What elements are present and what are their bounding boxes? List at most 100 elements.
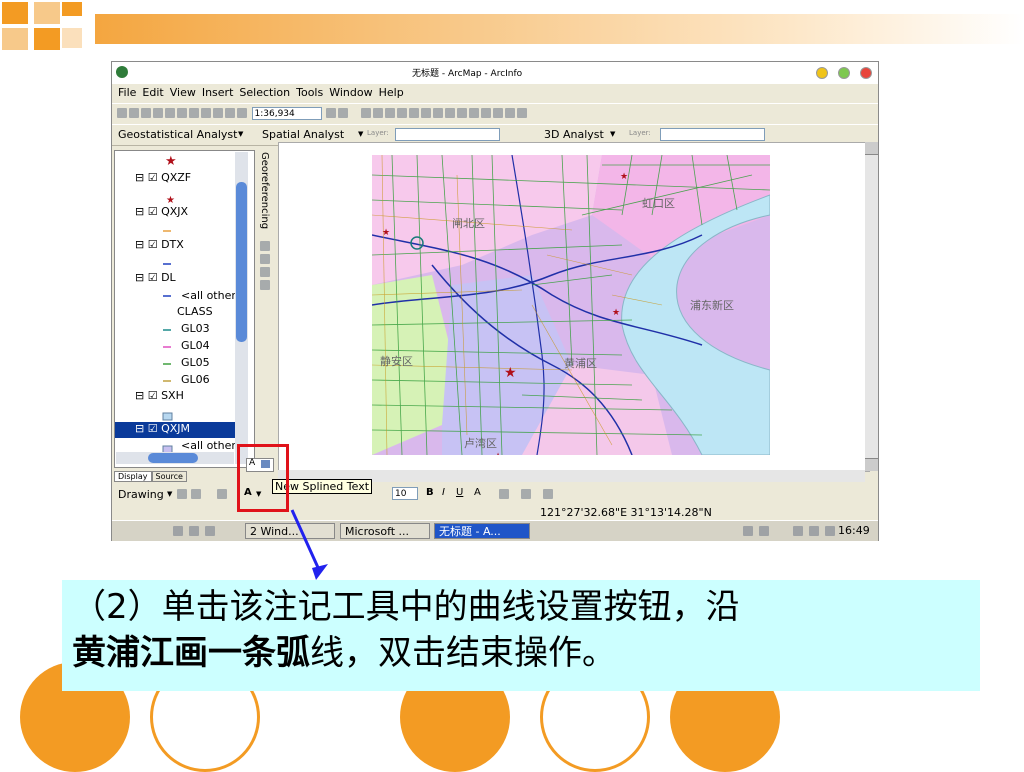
caption-rest-text: 线，双击结束操作。: [310, 633, 616, 673]
map-vscrollbar[interactable]: [865, 142, 878, 471]
zoom-out-icon[interactable]: [372, 108, 383, 118]
tray-icon[interactable]: [809, 526, 819, 536]
shift-icon[interactable]: [260, 254, 270, 264]
taskbar-button-office[interactable]: Microsoft ...: [340, 523, 430, 539]
windows-taskbar: 2 Wind... Microsoft ... 无标题 - A... 16:49: [112, 520, 878, 541]
menu-insert[interactable]: Insert: [202, 86, 234, 99]
chevron-down-icon[interactable]: ▼: [238, 130, 243, 138]
menu-view[interactable]: View: [170, 86, 196, 99]
drawing-menu[interactable]: Drawing: [118, 488, 164, 501]
decor-square: [2, 2, 28, 24]
editor-icon[interactable]: [326, 108, 336, 118]
toc-scrollbar[interactable]: [235, 152, 248, 464]
tray-icon[interactable]: [743, 526, 753, 536]
drawing-toolbar: Drawing ▼ A ▼ 10 B I U A: [112, 485, 878, 503]
redo-icon[interactable]: [225, 108, 235, 118]
select-elements-icon[interactable]: [468, 108, 479, 118]
marker-color-icon[interactable]: [543, 489, 553, 499]
decor-square: [34, 28, 60, 50]
paste-icon[interactable]: [189, 108, 199, 118]
rotate-icon[interactable]: [260, 241, 270, 251]
select-elements-icon[interactable]: [177, 489, 187, 499]
print-icon[interactable]: [153, 108, 163, 118]
back-extent-icon[interactable]: [432, 108, 443, 118]
toc-layer[interactable]: ⊟ ☑ DTX: [135, 238, 184, 251]
caption-line-1: （2）单击该注记工具中的曲线设置按钮，沿: [72, 587, 740, 627]
full-extent-icon[interactable]: [420, 108, 431, 118]
spatial-menu[interactable]: Spatial Analyst: [262, 128, 344, 141]
cut-icon[interactable]: [165, 108, 175, 118]
open-icon[interactable]: [129, 108, 139, 118]
quicklaunch-icon[interactable]: [205, 526, 215, 536]
shanghai-street-map: 闸北区 虹口区 浦东新区 静安区 黄浦区 卢湾区 ★ ★ ★ ★ ★: [372, 155, 770, 455]
fixed-zoom-in-icon[interactable]: [384, 108, 395, 118]
legend-class: <all other: [181, 439, 236, 452]
tray-icon[interactable]: [759, 526, 769, 536]
geostat-menu[interactable]: Geostatistical Analyst: [118, 128, 237, 141]
toc-layer[interactable]: ⊟ ☑ QXZF: [135, 171, 191, 184]
chevron-down-icon[interactable]: ▼: [358, 130, 363, 138]
save-icon[interactable]: [141, 108, 151, 118]
scale-dropdown[interactable]: 1:36,934: [251, 107, 322, 120]
chevron-down-icon[interactable]: ▼: [610, 130, 615, 138]
toc-layer-selected[interactable]: ⊟ ☑ QXJM: [115, 422, 238, 438]
taskbar-button-arcmap[interactable]: 无标题 - A...: [434, 523, 530, 539]
identify-icon[interactable]: [480, 108, 491, 118]
tab-source[interactable]: Source: [151, 471, 187, 482]
layer-dropdown[interactable]: [660, 128, 765, 141]
maximize-button[interactable]: [838, 67, 850, 79]
fixed-zoom-out-icon[interactable]: [396, 108, 407, 118]
menu-help[interactable]: Help: [379, 86, 404, 99]
measure-icon[interactable]: [504, 108, 515, 118]
district-label: 闸北区: [452, 217, 485, 230]
quicklaunch-icon[interactable]: [173, 526, 183, 536]
add-data-icon[interactable]: [237, 108, 247, 118]
undo-icon[interactable]: [213, 108, 223, 118]
font-color-icon[interactable]: A: [474, 487, 481, 498]
menu-selection[interactable]: Selection: [239, 86, 290, 99]
line-color-icon[interactable]: [521, 489, 531, 499]
tab-display[interactable]: Display: [114, 471, 152, 482]
quicklaunch-icon[interactable]: [189, 526, 199, 536]
menu-file[interactable]: File: [118, 86, 136, 99]
close-button[interactable]: [860, 67, 872, 79]
pan-icon[interactable]: [408, 108, 419, 118]
toc-layer[interactable]: ⊟ ☑ QXJX: [135, 205, 188, 218]
rectangle-icon[interactable]: [217, 489, 227, 499]
zoom-in-icon[interactable]: [360, 108, 371, 118]
scroll-thumb[interactable]: [236, 182, 247, 342]
new-icon[interactable]: [117, 108, 127, 118]
scroll-up-button[interactable]: [865, 142, 878, 155]
tray-icon[interactable]: [825, 526, 835, 536]
scroll-thumb[interactable]: [148, 453, 198, 463]
select-features-icon[interactable]: [456, 108, 467, 118]
chevron-down-icon[interactable]: ▼: [167, 490, 172, 498]
underline-button[interactable]: U: [456, 487, 463, 498]
control-points-icon[interactable]: [260, 267, 270, 277]
minimize-button[interactable]: [816, 67, 828, 79]
scroll-down-button[interactable]: [865, 458, 878, 471]
bold-button[interactable]: B: [426, 487, 434, 498]
menu-tools[interactable]: Tools: [296, 86, 323, 99]
italic-button[interactable]: I: [442, 487, 445, 498]
forward-extent-icon[interactable]: [444, 108, 455, 118]
delete-icon[interactable]: [201, 108, 211, 118]
menu-edit[interactable]: Edit: [142, 86, 163, 99]
layer-name: SXH: [161, 389, 184, 402]
help-icon[interactable]: [338, 108, 348, 118]
fill-color-icon[interactable]: [499, 489, 509, 499]
analyst-3d-menu[interactable]: 3D Analyst: [544, 128, 604, 141]
toc-layer[interactable]: ⊟ ☑ DL: [135, 271, 176, 284]
tray-icon[interactable]: [793, 526, 803, 536]
toc-layer[interactable]: ⊟ ☑ SXH: [135, 389, 184, 402]
hyperlink-icon[interactable]: [516, 108, 527, 118]
font-size-dropdown[interactable]: 10: [392, 487, 418, 500]
rotate-icon[interactable]: [191, 489, 201, 499]
copy-icon[interactable]: [177, 108, 187, 118]
arcmap-window: 无标题 - ArcMap - ArcInfo File Edit View Inser…: [111, 61, 879, 541]
find-icon[interactable]: [492, 108, 503, 118]
menu-window[interactable]: Window: [329, 86, 372, 99]
toc-hscrollbar[interactable]: [116, 452, 234, 464]
link-table-icon[interactable]: [260, 280, 270, 290]
layer-dropdown[interactable]: [395, 128, 500, 141]
